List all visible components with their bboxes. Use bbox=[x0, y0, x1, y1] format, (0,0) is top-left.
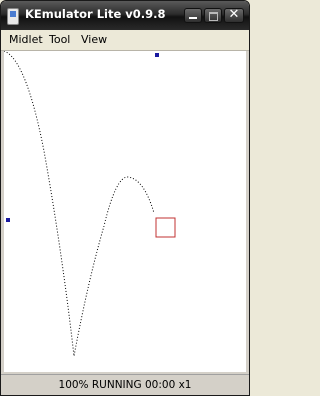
bounce-trajectory bbox=[4, 51, 155, 357]
marker-top bbox=[155, 53, 159, 57]
menu-bar: Midlet Tool View bbox=[1, 30, 249, 51]
target-box bbox=[155, 217, 176, 238]
title-bar[interactable]: KEmulator Lite v0.9.8 ✕ bbox=[1, 1, 249, 30]
status-text: 100% RUNNING 00:00 x1 bbox=[58, 379, 192, 391]
window-title: KEmulator Lite v0.9.8 bbox=[25, 7, 166, 21]
emulator-window: KEmulator Lite v0.9.8 ✕ Midlet Tool View… bbox=[0, 0, 250, 396]
close-icon: ✕ bbox=[228, 7, 240, 22]
screen-canvas bbox=[4, 51, 176, 357]
close-button[interactable]: ✕ bbox=[224, 7, 244, 23]
status-bar: 100% RUNNING 00:00 x1 bbox=[1, 374, 249, 395]
minimize-button[interactable] bbox=[184, 8, 202, 23]
menu-view[interactable]: View bbox=[81, 33, 107, 46]
marker-left bbox=[6, 218, 10, 222]
app-icon bbox=[7, 8, 19, 25]
menu-tool[interactable]: Tool bbox=[49, 33, 70, 46]
emulator-screen[interactable] bbox=[4, 51, 246, 372]
maximize-button[interactable] bbox=[204, 8, 222, 23]
menu-midlet[interactable]: Midlet bbox=[9, 33, 43, 46]
